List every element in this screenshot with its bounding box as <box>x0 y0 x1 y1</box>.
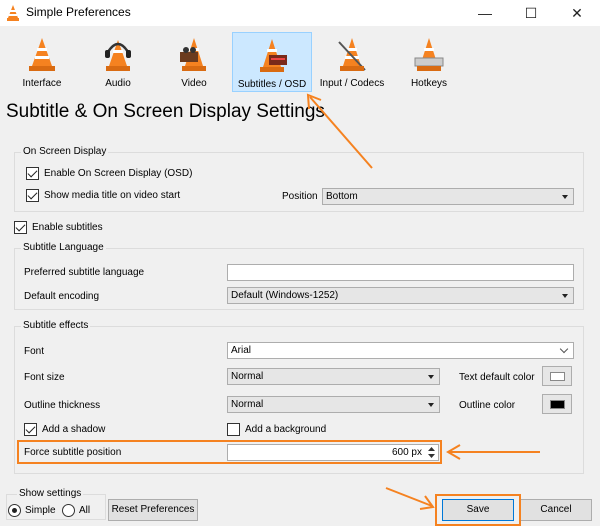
save-highlight <box>435 494 521 526</box>
arrow-to-force-position <box>446 444 540 460</box>
arrow-to-save <box>385 487 435 510</box>
arrow-to-subtitles-tab <box>306 93 373 169</box>
annotation-overlay <box>306 93 540 526</box>
